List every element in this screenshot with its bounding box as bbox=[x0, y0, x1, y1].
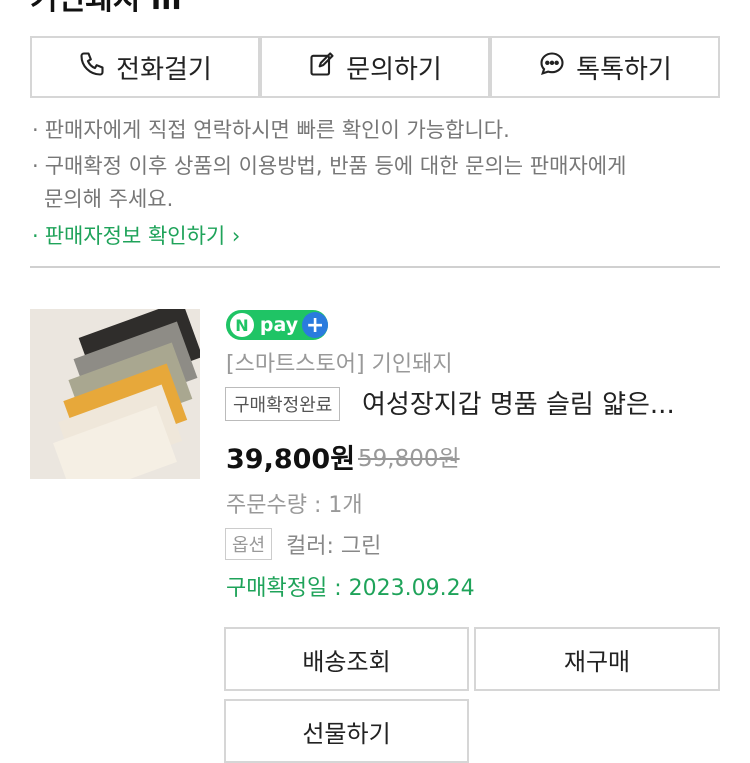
npay-badge: N pay + bbox=[226, 310, 328, 340]
seller-name-header: 기인돼지 lll bbox=[30, 0, 182, 18]
rebuy-label: 재구매 bbox=[563, 647, 631, 676]
note-direct-contact: · 판매자에게 직접 연락하시면 빠른 확인이 가능합니다. bbox=[32, 113, 510, 147]
note-inquiry: · 구매확정 이후 상품의 이용방법, 반품 등에 대한 문의는 판매자에게 bbox=[32, 149, 626, 183]
note-text: 판매자에게 직접 연락하시면 빠른 확인이 가능합니다. bbox=[44, 118, 510, 142]
product-thumbnail[interactable] bbox=[30, 309, 200, 479]
talk-button[interactable]: 톡톡하기 bbox=[490, 36, 720, 98]
chat-bubble-icon bbox=[538, 50, 566, 85]
rebuy-button[interactable]: 재구매 bbox=[474, 627, 720, 691]
call-button[interactable]: 전화걸기 bbox=[30, 36, 260, 98]
bullet-dot: · bbox=[32, 154, 39, 178]
seller-info-link[interactable]: · 판매자정보 확인하기 › bbox=[32, 219, 240, 253]
inquiry-button[interactable]: 문의하기 bbox=[260, 36, 490, 98]
chevron-right-icon: › bbox=[225, 224, 241, 248]
option-badge: 옵션 bbox=[225, 528, 273, 560]
confirm-date: 구매확정일 : 2023.09.24 bbox=[226, 576, 475, 601]
phone-icon bbox=[78, 50, 106, 85]
shipping-tracking-label: 배송조회 bbox=[302, 647, 391, 676]
store-name[interactable]: [스마트스토어] 기인돼지 bbox=[226, 346, 453, 378]
note-inquiry-cont: 문의해 주세요. bbox=[44, 187, 174, 211]
bullet-dot: · bbox=[32, 224, 39, 248]
npay-n-icon: N bbox=[230, 313, 254, 337]
bullet-dot: · bbox=[32, 118, 39, 142]
npay-plus-icon: + bbox=[302, 312, 328, 338]
status-badge: 구매확정완료 bbox=[225, 387, 341, 421]
price: 39,800원 bbox=[226, 444, 356, 475]
inquiry-button-label: 문의하기 bbox=[346, 54, 442, 85]
talk-button-label: 톡톡하기 bbox=[576, 54, 672, 85]
gift-button[interactable]: 선물하기 bbox=[224, 699, 469, 763]
header-right-link[interactable]: ᆞ ᆞ ᆞ bbox=[643, 0, 718, 14]
seller-info-label: 판매자정보 확인하기 bbox=[44, 224, 226, 248]
option-value: 컬러: 그린 bbox=[286, 534, 382, 559]
original-price: 59,800원 bbox=[358, 446, 460, 472]
product-title[interactable]: 여성장지갑 명품 슬림 얇은... bbox=[362, 384, 675, 421]
npay-label: pay bbox=[259, 314, 299, 336]
note-text: 구매확정 이후 상품의 이용방법, 반품 등에 대한 문의는 판매자에게 bbox=[44, 154, 627, 178]
shipping-tracking-button[interactable]: 배송조회 bbox=[224, 627, 469, 691]
order-quantity: 주문수량 : 1개 bbox=[226, 493, 363, 518]
gift-label: 선물하기 bbox=[302, 719, 391, 748]
call-button-label: 전화걸기 bbox=[116, 54, 212, 85]
section-divider bbox=[30, 266, 720, 268]
edit-icon bbox=[308, 50, 336, 85]
